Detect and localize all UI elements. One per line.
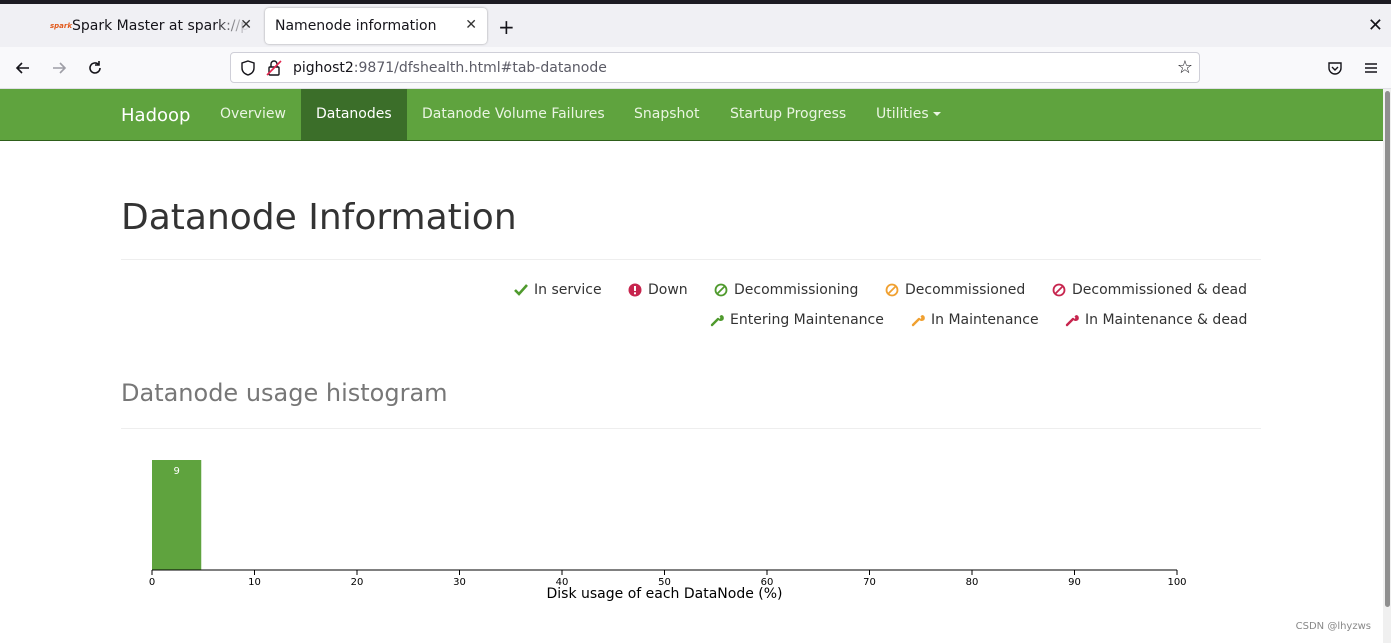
- tab-close-icon[interactable]: ✕: [240, 17, 252, 33]
- tab-label: Spark Master at spark://pi: [72, 18, 250, 34]
- x-tick-label: 10: [248, 577, 261, 588]
- legend-label: Decommissioning: [734, 282, 859, 298]
- legend-in-maintenance: In Maintenance: [911, 312, 1039, 328]
- nav-datanodes[interactable]: Datanodes: [301, 89, 407, 140]
- spark-favicon-icon: spark: [50, 22, 73, 30]
- legend-label: Decommissioned & dead: [1072, 282, 1248, 298]
- nav-startup-progress[interactable]: Startup Progress: [715, 89, 861, 140]
- nav-overview[interactable]: Overview: [205, 89, 301, 140]
- scrollbar-thumb[interactable]: [1385, 91, 1390, 607]
- wrench-icon: [710, 313, 724, 327]
- shield-icon[interactable]: [239, 59, 257, 77]
- legend-label: In Maintenance & dead: [1085, 312, 1248, 328]
- bookmark-star-icon[interactable]: ☆: [1177, 57, 1193, 78]
- reload-icon[interactable]: [83, 56, 107, 80]
- legend-decommissioned-dead: Decommissioned & dead: [1052, 282, 1247, 298]
- x-tick-label: 100: [1167, 577, 1186, 588]
- check-icon: [514, 283, 528, 297]
- back-arrow-icon[interactable]: [11, 56, 35, 80]
- forward-arrow-icon[interactable]: [47, 56, 71, 80]
- tab-bar: spark Spark Master at spark://pi ✕ Namen…: [0, 4, 1391, 47]
- tab-label: Namenode information: [275, 18, 437, 34]
- window-close-icon[interactable]: ✕: [1368, 17, 1383, 35]
- new-tab-icon[interactable]: +: [498, 17, 515, 37]
- watermark: CSDN @lhyzws: [1295, 621, 1371, 632]
- x-tick-label: 90: [1068, 577, 1081, 588]
- caret-down-icon: [932, 112, 941, 116]
- legend-label: In service: [534, 282, 602, 298]
- navigation-toolbar: pighost2:9871/dfshealth.html#tab-datanod…: [0, 47, 1391, 89]
- bar-value-label: 9: [173, 466, 179, 477]
- legend-decommissioned: Decommissioned: [885, 282, 1025, 298]
- url-host: pighost2: [293, 59, 354, 76]
- legend-down: Down: [628, 282, 688, 298]
- x-tick-label: 30: [453, 577, 466, 588]
- legend-label: In Maintenance: [931, 312, 1039, 328]
- x-tick-label: 0: [149, 577, 155, 588]
- wrench-icon: [911, 313, 925, 327]
- divider: [121, 259, 1261, 260]
- hadoop-navbar: Hadoop Overview Datanodes Datanode Volum…: [0, 89, 1383, 141]
- brand-hadoop[interactable]: Hadoop: [121, 105, 190, 126]
- x-tick-label: 20: [351, 577, 364, 588]
- legend-label: Decommissioned: [905, 282, 1026, 298]
- url-path: :9871/dfshealth.html#tab-datanode: [353, 59, 607, 76]
- exclamation-circle-icon: [628, 283, 642, 297]
- nav-datanode-volume-failures[interactable]: Datanode Volume Failures: [407, 89, 620, 140]
- ban-icon: [1052, 283, 1066, 297]
- legend-in-service: In service: [514, 282, 602, 298]
- legend-label: Down: [648, 282, 688, 298]
- ban-icon: [714, 283, 728, 297]
- x-axis-label: Disk usage of each DataNode (%): [546, 586, 782, 602]
- url-bar[interactable]: pighost2:9871/dfshealth.html#tab-datanod…: [230, 52, 1200, 83]
- pocket-icon[interactable]: [1323, 56, 1347, 80]
- nav-utilities-label: Utilities: [876, 106, 929, 122]
- divider: [121, 428, 1261, 429]
- histogram-title: Datanode usage histogram: [121, 379, 448, 407]
- page-title: Datanode Information: [121, 197, 517, 238]
- legend-entering-maintenance: Entering Maintenance: [710, 312, 884, 328]
- insecure-lock-icon[interactable]: [265, 59, 283, 77]
- menu-hamburger-icon[interactable]: [1359, 56, 1383, 80]
- tab-close-icon[interactable]: ✕: [465, 17, 477, 33]
- x-tick-label: 80: [966, 577, 979, 588]
- wrench-icon: [1065, 313, 1079, 327]
- x-tick-label: 70: [863, 577, 876, 588]
- page-content: Hadoop Overview Datanodes Datanode Volum…: [0, 89, 1383, 643]
- ban-icon: [885, 283, 899, 297]
- legend-label: Entering Maintenance: [730, 312, 884, 328]
- tab-spark-master[interactable]: spark Spark Master at spark://pi ✕: [40, 8, 260, 44]
- legend-in-maintenance-dead: In Maintenance & dead: [1065, 312, 1247, 328]
- nav-utilities[interactable]: Utilities: [861, 89, 956, 140]
- legend-decommissioning: Decommissioning: [714, 282, 858, 298]
- datanode-usage-histogram: 90 10 20 30 40 50 60 70 80 90 100Disk usage of eac…: [149, 460, 1187, 602]
- tab-namenode-information[interactable]: Namenode information ✕: [265, 8, 487, 44]
- nav-snapshot[interactable]: Snapshot: [619, 89, 714, 140]
